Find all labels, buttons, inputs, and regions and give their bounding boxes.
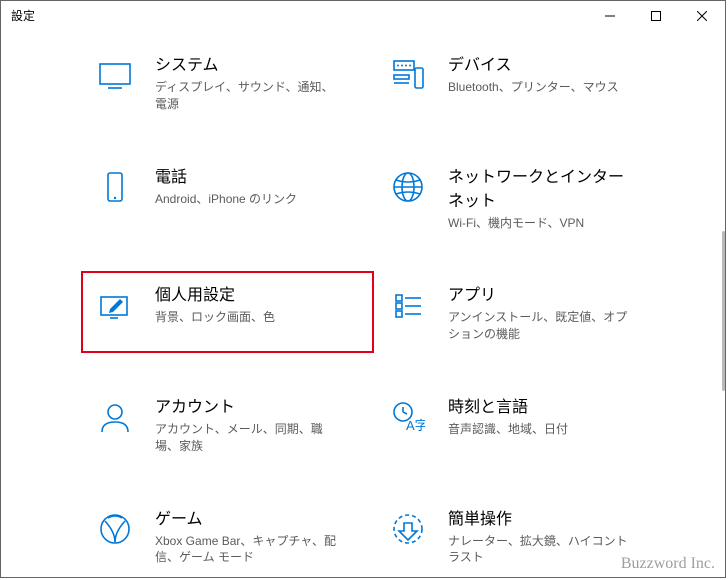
category-subtitle: アンインストール、既定値、オプションの機能 xyxy=(448,309,638,343)
close-button[interactable] xyxy=(679,1,725,31)
category-title: 簡単操作 xyxy=(448,505,638,529)
category-title: 電話 xyxy=(155,163,297,187)
categories-grid: システム ディスプレイ、サウンド、通知、電源 xyxy=(1,31,717,577)
ease-icon xyxy=(386,507,430,551)
window-controls xyxy=(587,1,725,31)
category-subtitle: ナレーター、拡大鏡、ハイコントラスト xyxy=(448,533,638,567)
category-title: 個人用設定 xyxy=(155,281,275,305)
category-subtitle: 音声認識、地域、日付 xyxy=(448,421,568,438)
category-accounts[interactable]: アカウント アカウント、メール、同期、職場、家族 xyxy=(81,383,374,465)
categories-grid-wrap: システム ディスプレイ、サウンド、通知、電源 xyxy=(1,31,717,577)
category-ease-of-access[interactable]: 簡単操作 ナレーター、拡大鏡、ハイコントラスト xyxy=(374,495,667,577)
category-subtitle: Android、iPhone のリンク xyxy=(155,191,297,208)
category-phone[interactable]: 電話 Android、iPhone のリンク xyxy=(81,153,374,242)
category-title: システム xyxy=(155,51,345,75)
scrollbar-thumb[interactable] xyxy=(722,231,725,391)
minimize-button[interactable] xyxy=(587,1,633,31)
accounts-icon xyxy=(93,395,137,439)
category-title: ネットワークとインターネット xyxy=(448,163,638,211)
time-lang-icon: A字 xyxy=(386,395,430,439)
category-title: ゲーム xyxy=(155,505,345,529)
category-title: 時刻と言語 xyxy=(448,393,568,417)
maximize-button[interactable] xyxy=(633,1,679,31)
system-icon xyxy=(93,53,137,97)
window-title: 設定 xyxy=(11,1,35,31)
category-personalize[interactable]: 個人用設定 背景、ロック画面、色 xyxy=(81,271,374,353)
category-title: アプリ xyxy=(448,281,638,305)
personalize-icon xyxy=(93,283,137,327)
category-title: アカウント xyxy=(155,393,345,417)
svg-text:A字: A字 xyxy=(406,418,425,433)
category-gaming[interactable]: ゲーム Xbox Game Bar、キャプチャ、配信、ゲーム モード xyxy=(81,495,374,577)
category-devices[interactable]: デバイス Bluetooth、プリンター、マウス xyxy=(374,41,667,123)
category-system[interactable]: システム ディスプレイ、サウンド、通知、電源 xyxy=(81,41,374,123)
network-icon xyxy=(386,165,430,209)
content: システム ディスプレイ、サウンド、通知、電源 xyxy=(1,31,725,577)
gaming-icon xyxy=(93,507,137,551)
settings-window: 設定 システム ディスプレ xyxy=(0,0,726,578)
apps-icon xyxy=(386,283,430,327)
category-title: デバイス xyxy=(448,51,619,75)
category-apps[interactable]: アプリ アンインストール、既定値、オプションの機能 xyxy=(374,271,667,353)
category-subtitle: ディスプレイ、サウンド、通知、電源 xyxy=(155,79,345,113)
category-subtitle: Xbox Game Bar、キャプチャ、配信、ゲーム モード xyxy=(155,533,345,567)
category-subtitle: Bluetooth、プリンター、マウス xyxy=(448,79,619,96)
titlebar: 設定 xyxy=(1,1,725,31)
category-subtitle: Wi-Fi、機内モード、VPN xyxy=(448,215,638,232)
devices-icon xyxy=(386,53,430,97)
category-time-language[interactable]: A字 時刻と言語 音声認識、地域、日付 xyxy=(374,383,667,465)
category-subtitle: 背景、ロック画面、色 xyxy=(155,309,275,326)
category-subtitle: アカウント、メール、同期、職場、家族 xyxy=(155,421,345,455)
phone-icon xyxy=(93,165,137,209)
category-network[interactable]: ネットワークとインターネット Wi-Fi、機内モード、VPN xyxy=(374,153,667,242)
